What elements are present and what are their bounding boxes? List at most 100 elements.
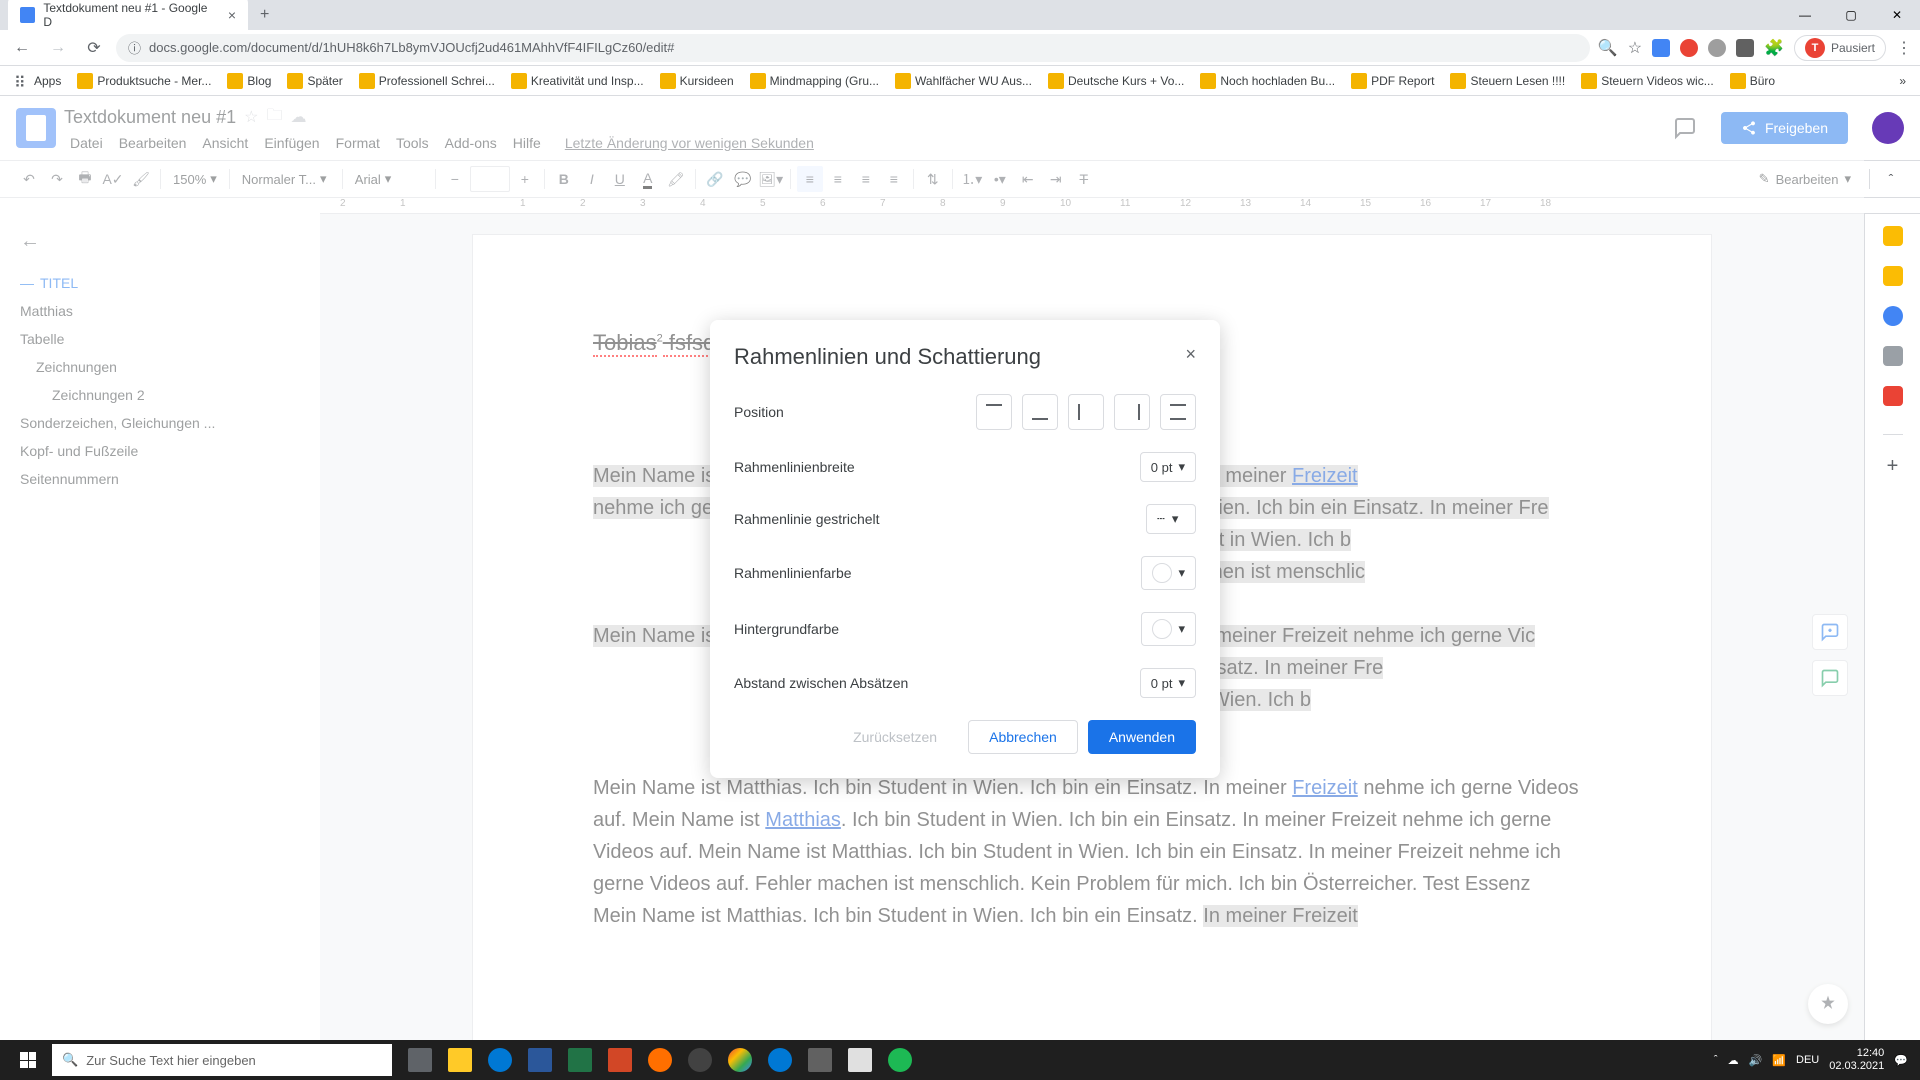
border-bottom-button[interactable] <box>1022 394 1058 430</box>
extension-icon-4[interactable] <box>1736 39 1754 57</box>
zoom-icon[interactable]: 🔍 <box>1598 38 1618 58</box>
chrome-menu-icon[interactable]: ⋮ <box>1896 38 1912 58</box>
tray-onedrive-icon[interactable]: ☁ <box>1728 1054 1739 1067</box>
bookmark-star-icon[interactable]: ☆ <box>1628 38 1642 58</box>
extension-icon-1[interactable] <box>1652 39 1670 57</box>
taskbar-app-1[interactable] <box>640 1040 680 1080</box>
side-panel: + <box>1864 214 1920 1040</box>
para-spacing-select[interactable]: 0 pt▾ <box>1140 668 1196 698</box>
add-addon-icon[interactable]: + <box>1887 455 1899 478</box>
close-window-button[interactable]: ✕ <box>1874 0 1920 30</box>
folder-icon <box>1048 73 1064 89</box>
bookmark-item[interactable]: Wahlfächer WU Aus... <box>889 69 1038 93</box>
folder-icon <box>750 73 766 89</box>
taskbar-app-2[interactable] <box>680 1040 720 1080</box>
task-view-button[interactable] <box>400 1040 440 1080</box>
border-between-button[interactable] <box>1160 394 1196 430</box>
border-width-label: Rahmenlinienbreite <box>734 459 855 475</box>
extension-icon-3[interactable] <box>1708 39 1726 57</box>
folder-icon <box>511 73 527 89</box>
profile-paused-badge[interactable]: T Pausiert <box>1794 35 1886 61</box>
site-info-icon[interactable]: ⓘ <box>128 38 141 57</box>
bookmarks-overflow[interactable]: » <box>1893 70 1912 92</box>
close-tab-icon[interactable]: × <box>228 7 236 23</box>
collapse-toolbar-button[interactable]: ˆ <box>1878 166 1904 192</box>
maximize-button[interactable]: ▢ <box>1828 0 1874 30</box>
tray-language[interactable]: DEU <box>1796 1054 1819 1066</box>
folder-icon <box>1581 73 1597 89</box>
taskbar-excel[interactable] <box>560 1040 600 1080</box>
bg-color-label: Hintergrundfarbe <box>734 621 839 637</box>
bookmark-item[interactable]: Kursideen <box>654 69 740 93</box>
folder-icon <box>359 73 375 89</box>
taskbar-explorer[interactable] <box>440 1040 480 1080</box>
taskbar-edge[interactable] <box>480 1040 520 1080</box>
minimize-button[interactable]: — <box>1782 0 1828 30</box>
bookmark-item[interactable]: Später <box>281 69 348 93</box>
close-dialog-icon[interactable]: × <box>1185 344 1196 365</box>
tray-volume-icon[interactable]: 🔊 <box>1749 1054 1763 1067</box>
bookmark-item[interactable]: PDF Report <box>1345 69 1440 93</box>
border-top-button[interactable] <box>976 394 1012 430</box>
borders-shading-dialog: Rahmenlinien und Schattierung × Position… <box>710 320 1220 778</box>
border-left-button[interactable] <box>1068 394 1104 430</box>
contacts-icon[interactable] <box>1883 346 1903 366</box>
bookmark-item[interactable]: Büro <box>1724 69 1781 93</box>
taskbar-powerpoint[interactable] <box>600 1040 640 1080</box>
browser-tab[interactable]: Textdokument neu #1 - Google D × <box>8 0 248 35</box>
user-avatar[interactable] <box>1872 112 1904 144</box>
calendar-icon[interactable] <box>1883 226 1903 246</box>
border-dash-select[interactable]: ┄▾ <box>1146 504 1196 534</box>
keep-icon[interactable] <box>1883 266 1903 286</box>
search-icon: 🔍 <box>62 1052 78 1068</box>
folder-icon <box>660 73 676 89</box>
bookmark-item[interactable]: Steuern Videos wic... <box>1575 69 1720 93</box>
taskbar-app-3[interactable] <box>800 1040 840 1080</box>
maps-icon[interactable] <box>1883 386 1903 406</box>
forward-button[interactable]: → <box>44 34 72 62</box>
apply-button[interactable]: Anwenden <box>1088 720 1196 754</box>
bookmark-item[interactable]: Deutsche Kurs + Vo... <box>1042 69 1190 93</box>
tray-wifi-icon[interactable]: 📶 <box>1772 1054 1786 1067</box>
apps-icon: ⠿ <box>14 73 30 89</box>
taskbar-clock[interactable]: 12:40 02.03.2021 <box>1829 1047 1884 1073</box>
bookmark-item[interactable]: Mindmapping (Gru... <box>744 69 885 93</box>
taskbar-word[interactable] <box>520 1040 560 1080</box>
extensions-menu-icon[interactable]: 🧩 <box>1764 38 1784 58</box>
tab-title: Textdokument neu #1 - Google D <box>43 1 212 29</box>
tasks-icon[interactable] <box>1883 306 1903 326</box>
bookmark-item[interactable]: Professionell Schrei... <box>353 69 501 93</box>
taskbar-app-4[interactable] <box>840 1040 880 1080</box>
start-button[interactable] <box>4 1040 52 1080</box>
reload-button[interactable]: ⟳ <box>80 34 108 62</box>
profile-avatar-icon: T <box>1805 38 1825 58</box>
cancel-button[interactable]: Abbrechen <box>968 720 1078 754</box>
url-text: docs.google.com/document/d/1hUH8k6h7Lb8y… <box>149 40 674 55</box>
extension-icon-2[interactable] <box>1680 39 1698 57</box>
apps-shortcut[interactable]: ⠿Apps <box>8 69 67 93</box>
position-label: Position <box>734 404 784 420</box>
notification-icon[interactable]: 💬 <box>1894 1054 1908 1067</box>
bookmark-item[interactable]: Blog <box>221 69 277 93</box>
bookmarks-bar: ⠿Apps Produktsuche - Mer... Blog Später … <box>0 66 1920 96</box>
dialog-title: Rahmenlinien und Schattierung <box>734 344 1196 370</box>
bookmark-item[interactable]: Noch hochladen Bu... <box>1194 69 1341 93</box>
new-tab-button[interactable]: + <box>260 6 269 24</box>
bookmark-item[interactable]: Steuern Lesen !!!! <box>1444 69 1571 93</box>
reset-button[interactable]: Zurücksetzen <box>832 720 958 754</box>
folder-icon <box>1351 73 1367 89</box>
address-bar[interactable]: ⓘ docs.google.com/document/d/1hUH8k6h7Lb… <box>116 34 1590 62</box>
border-right-button[interactable] <box>1114 394 1150 430</box>
border-color-select[interactable]: ▾ <box>1141 556 1196 590</box>
taskbar-chrome[interactable] <box>720 1040 760 1080</box>
taskbar-search[interactable]: 🔍 Zur Suche Text hier eingeben <box>52 1044 392 1076</box>
tray-expand-icon[interactable]: ˆ <box>1714 1054 1718 1066</box>
border-width-select[interactable]: 0 pt▾ <box>1140 452 1196 482</box>
back-button[interactable]: ← <box>8 34 36 62</box>
bg-color-select[interactable]: ▾ <box>1141 612 1196 646</box>
bookmark-item[interactable]: Kreativität und Insp... <box>505 69 650 93</box>
folder-icon <box>227 73 243 89</box>
taskbar-edge-2[interactable] <box>760 1040 800 1080</box>
taskbar-spotify[interactable] <box>880 1040 920 1080</box>
bookmark-item[interactable]: Produktsuche - Mer... <box>71 69 217 93</box>
